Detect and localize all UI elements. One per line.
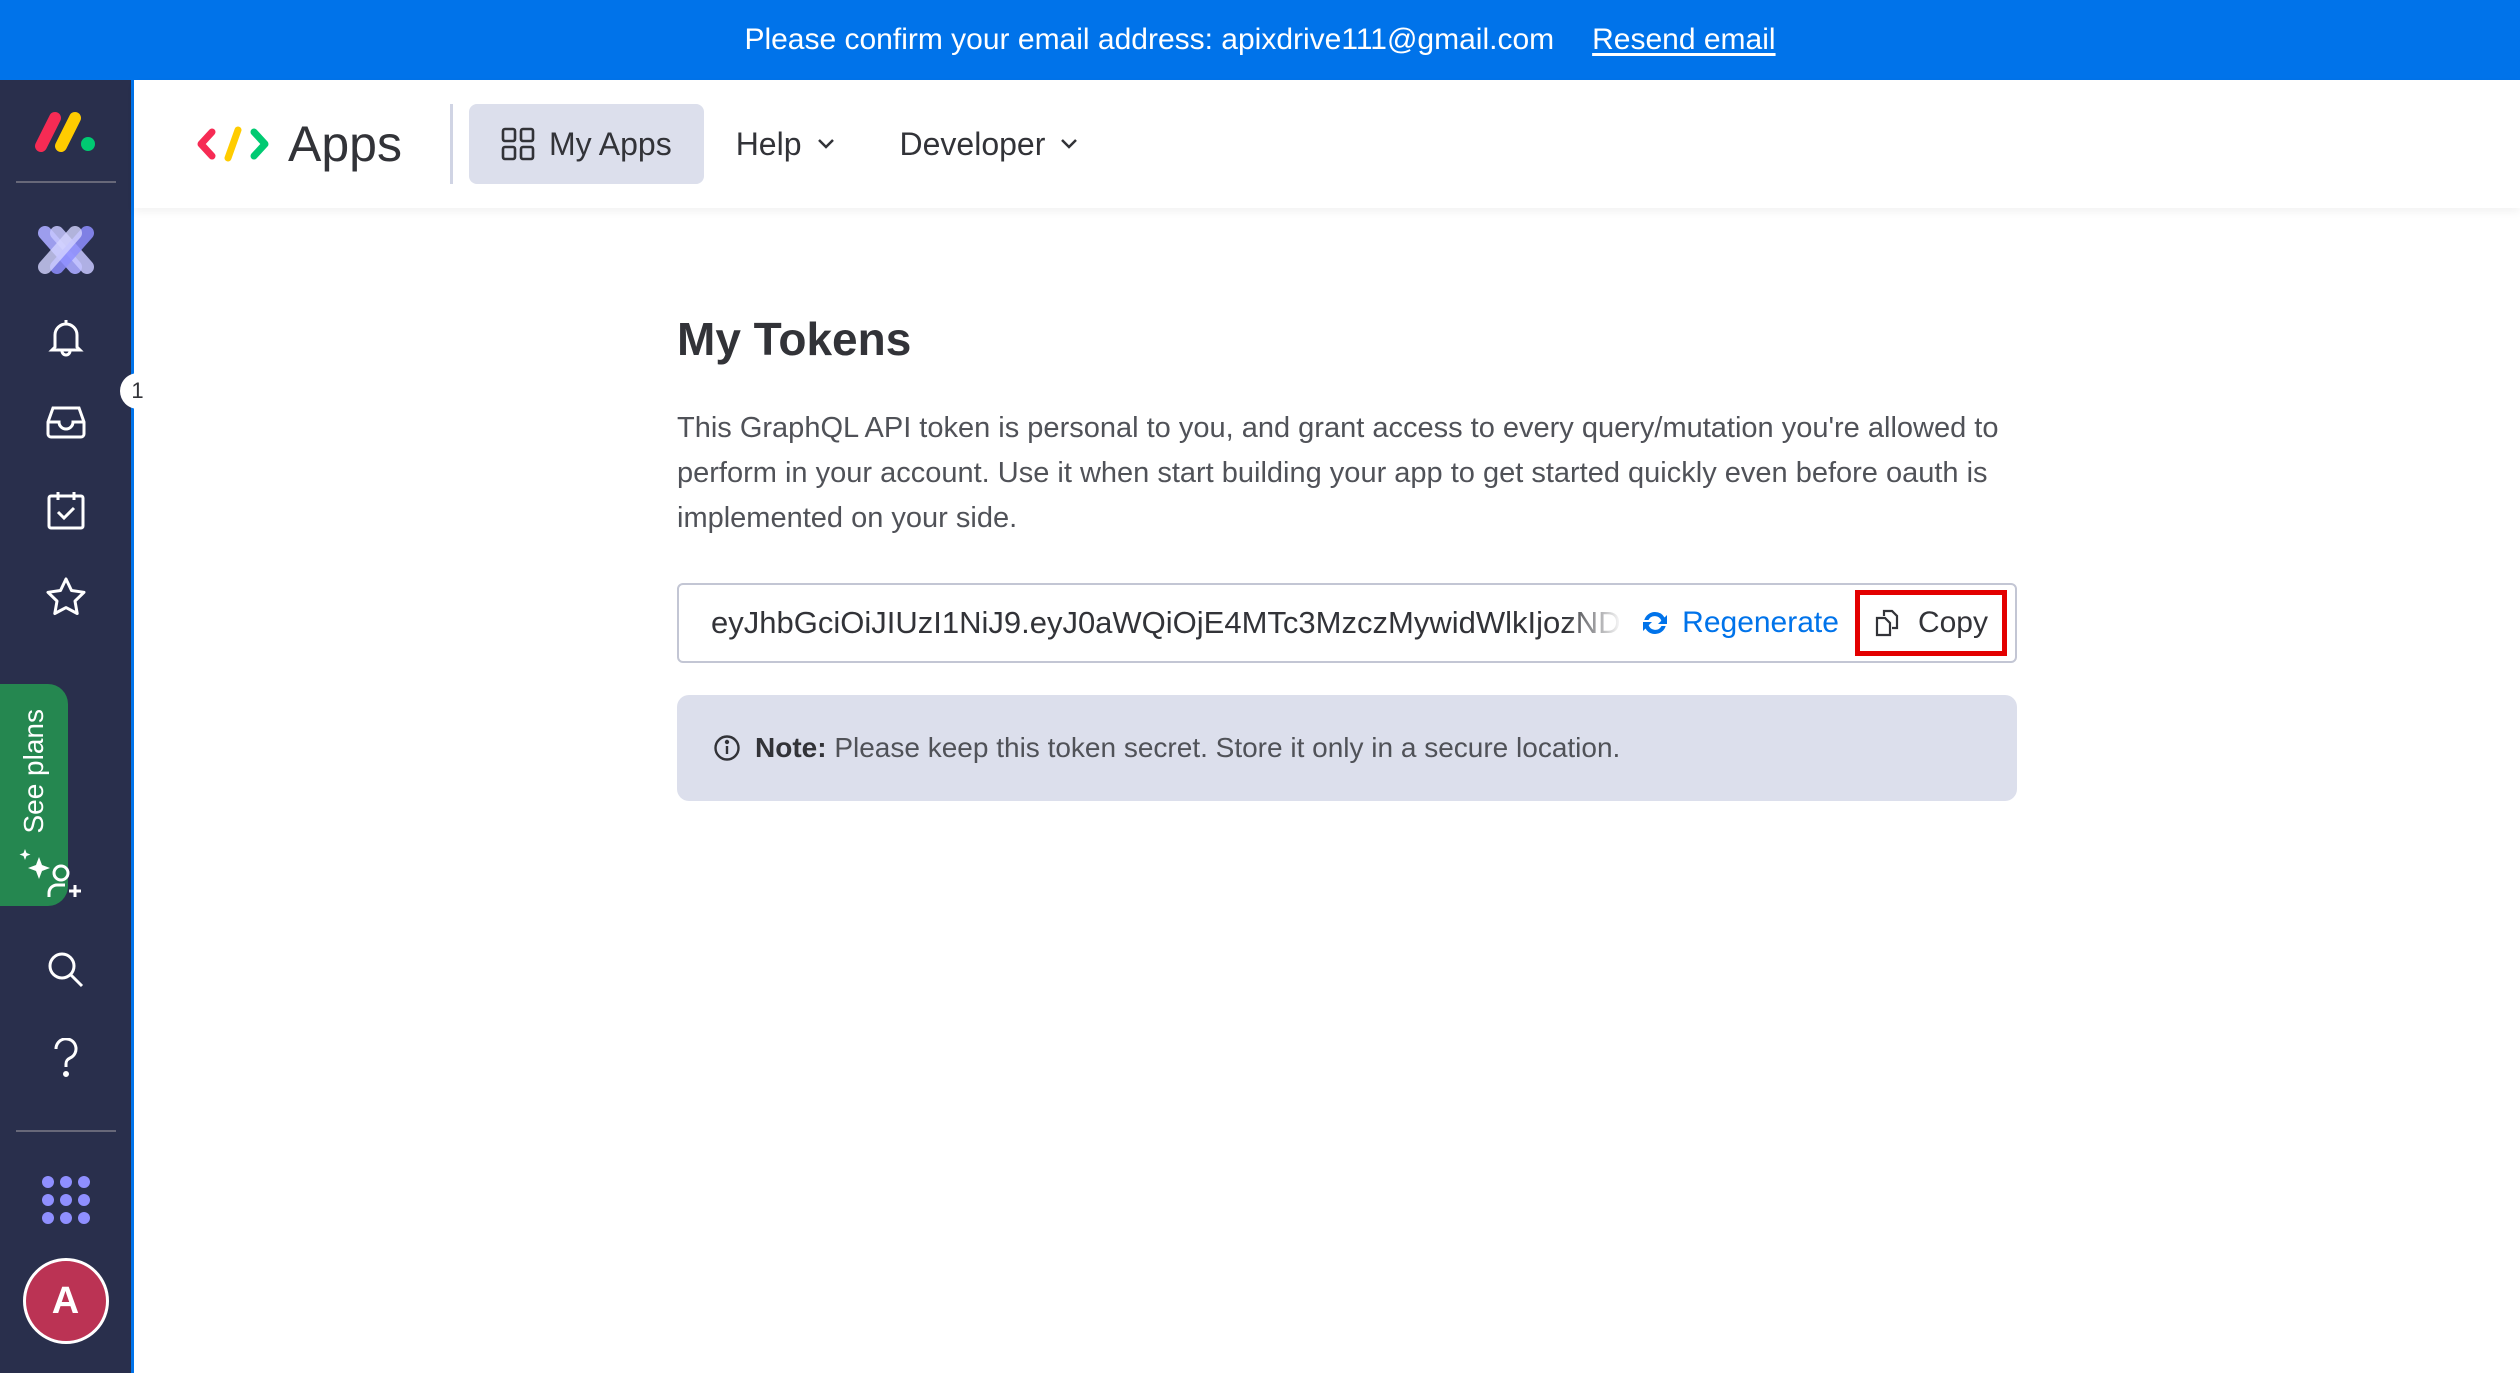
regenerate-label: Regenerate [1682,606,1839,639]
sidebar-item-invite[interactable] [0,850,131,914]
calendar-check-icon [47,492,84,530]
code-brackets-icon [197,126,269,162]
question-icon [53,1038,77,1077]
see-plans-label: See plans [18,708,49,834]
apps-brand[interactable]: Apps [196,115,402,173]
app-title: Apps [288,116,402,172]
page-title: My Tokens [677,313,912,365]
sidebar-item-notifications[interactable] [0,305,131,369]
token-field: Regenerate Copy [677,583,2017,663]
nav-help-label: Help [735,125,802,162]
sidebar-item-help[interactable] [0,1026,131,1090]
sidebar-item-search[interactable] [0,938,131,1002]
apps-header: Apps My Apps Help Developer [134,80,2520,208]
bell-icon [47,320,84,357]
sidebar-item-inbox[interactable]: 1 [0,372,156,456]
header-divider [449,104,453,184]
banner-message: Please confirm your email address: apixd… [744,23,1555,56]
copy-icon [1875,609,1899,637]
sidebar-item-my-work[interactable] [0,478,131,542]
inbox-badge: 1 [119,372,156,409]
token-description: This GraphQL API token is personal to yo… [677,412,1999,534]
nav-developer-label: Developer [899,125,1046,162]
email-confirm-banner: Please confirm your email address: apixd… [0,0,2520,80]
sidebar-divider-bottom [16,1130,116,1132]
note-label: Note: [755,732,827,763]
nav-developer[interactable]: Developer [868,104,1112,184]
nav-help[interactable]: Help [704,104,868,184]
person-add-icon [47,864,81,897]
monday-logo[interactable] [0,100,131,164]
left-sidebar: 1 See plans A [0,80,156,1373]
search-icon [48,952,83,988]
nav-my-apps[interactable]: My Apps [468,104,704,184]
avatar: A [22,1258,109,1344]
sidebar-item-workspace[interactable] [0,210,131,290]
developer-x-icon [37,226,94,274]
monday-logo-icon [34,112,95,152]
sidebar-item-apps-menu[interactable] [0,1160,131,1240]
chevron-down-icon [1061,139,1078,149]
resend-email-link[interactable]: Resend email [1592,23,1775,57]
copy-button[interactable]: Copy [1854,590,2007,656]
nav-my-apps-label: My Apps [548,125,672,162]
refresh-icon [1643,611,1668,635]
note-text: Please keep this token secret. Store it … [834,732,1621,763]
inbox-icon [46,406,85,438]
token-input[interactable] [679,605,1623,641]
sidebar-divider [16,181,116,183]
info-icon [714,735,740,761]
tokens-section: My Tokens This GraphQL API token is pers… [677,300,2017,801]
copy-label: Copy [1917,606,1988,639]
chevron-down-icon [817,139,834,149]
security-note: Note: Please keep this token secret. Sto… [677,695,2017,801]
grid-dots-icon [41,1176,90,1224]
sidebar-item-favorites[interactable] [0,564,131,628]
user-avatar-button[interactable]: A [0,1255,131,1347]
regenerate-button[interactable]: Regenerate [1640,606,1839,640]
star-icon [46,577,85,615]
grid-squares-icon [501,127,535,161]
